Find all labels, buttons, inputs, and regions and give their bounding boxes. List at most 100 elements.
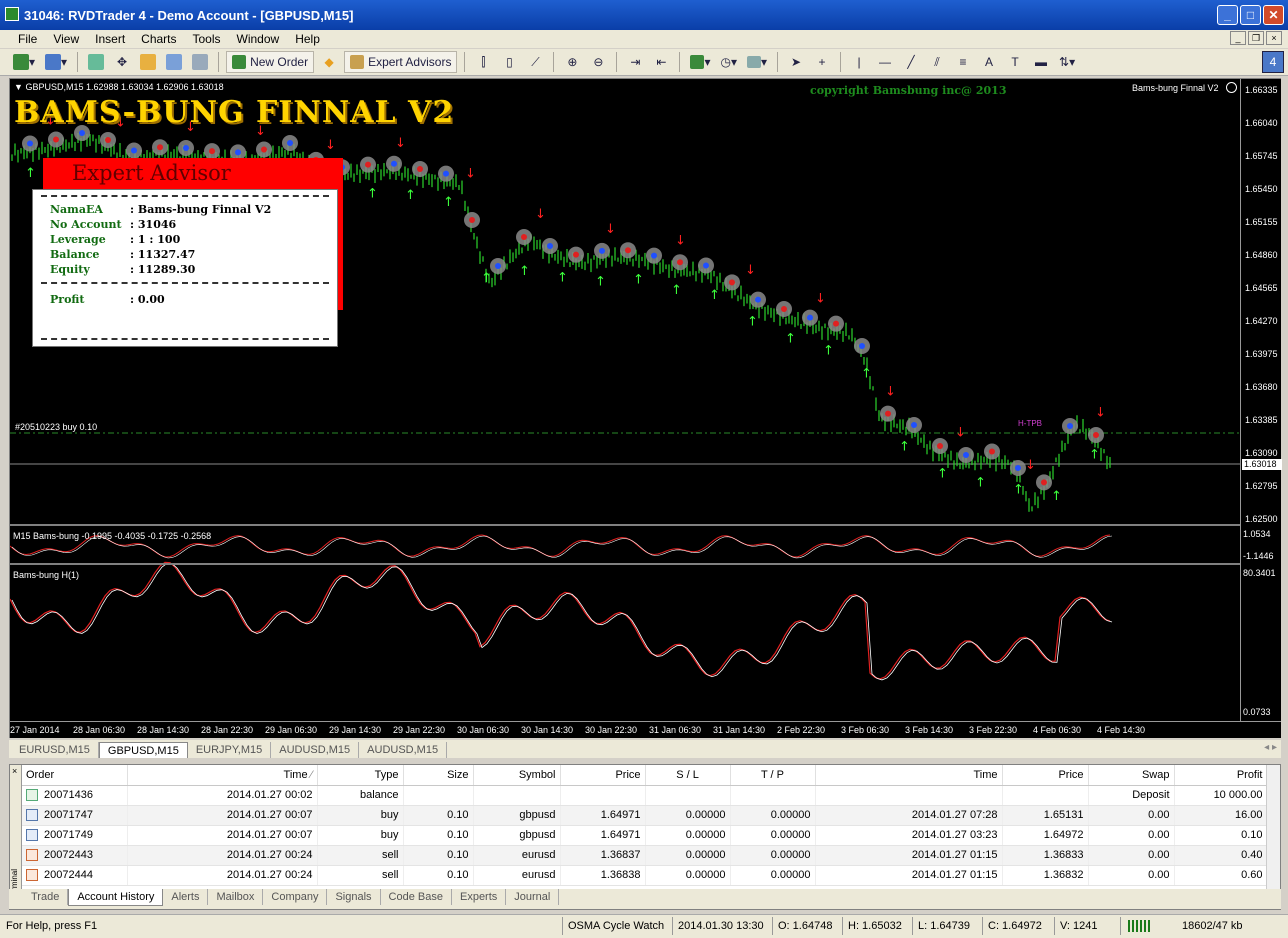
table-row[interactable]: 20072443 2014.01.27 00:24 sell 0.10 euru… [22,845,1268,866]
col-symbol[interactable]: Symbol [473,765,561,786]
arrows-button[interactable]: ⇅ ▾ [1056,51,1078,73]
col-sl[interactable]: S / L [645,765,731,786]
chart-shift-button[interactable]: ⇤ [650,51,672,73]
tab-gbpusd-m15[interactable]: GBPUSD,M15 [98,742,188,758]
metaeditor-button[interactable]: ◆ [318,51,340,73]
vertical-line-button[interactable]: | [848,51,870,73]
menu-view[interactable]: View [45,32,87,46]
tab-scroll-arrows-icon[interactable]: ◂ ▸ [1264,742,1277,753]
col-time[interactable]: Time ⁄ [127,765,318,786]
time-label: 30 Jan 14:30 [521,725,574,735]
close-button[interactable]: ✕ [1263,5,1284,25]
text-button[interactable]: A [978,51,1000,73]
fibonacci-button[interactable]: ≡ [952,51,974,73]
menu-window[interactable]: Window [229,32,288,46]
col-profit[interactable]: Profit [1174,765,1268,786]
minimize-button[interactable]: _ [1217,5,1238,25]
buy-arrow-icon: ↑ [557,270,568,285]
data-window-button[interactable]: ✥ [111,51,133,73]
col-size[interactable]: Size [403,765,474,786]
trendline-button[interactable]: ╱ [900,51,922,73]
line-chart-button[interactable]: ⟋ [524,51,546,73]
order-line-label[interactable]: #20510223 buy 0.10 [15,422,97,432]
chart-header-text: GBPUSD,M15 1.62988 1.63034 1.62906 1.630… [25,82,224,92]
cursor-button[interactable]: ➤ [785,51,807,73]
copyright-text: copyright Bamsbung inc@ 2013 [810,84,1007,97]
pane-divider[interactable] [10,563,1240,565]
tab-code-base[interactable]: Code Base [381,889,452,905]
tab-signals[interactable]: Signals [327,889,381,905]
ea-row-label: NamaEA [50,203,103,216]
templates-button[interactable]: ▾ [744,51,770,73]
terminal-app: { "window": {"title": "31046: RVDTrader … [0,0,1288,938]
menu-insert[interactable]: Insert [87,32,133,46]
buy-arrow-icon: ↑ [1089,447,1100,462]
indicators-button[interactable]: ▾ [687,51,713,73]
channel-button[interactable]: ⫽ [926,51,948,73]
tab-eurusd-m15[interactable]: EURUSD,M15 [11,742,99,758]
zoom-in-button[interactable]: ⊕ [561,51,583,73]
time-axis[interactable]: 27 Jan 2014 28 Jan 06:30 28 Jan 14:30 28… [10,721,1281,738]
zoom-out-button[interactable]: ⊖ [587,51,609,73]
rectangle-button[interactable]: ▬ [1030,51,1052,73]
table-row[interactable]: 20071747 2014.01.27 00:07 buy 0.10 gbpus… [22,805,1268,826]
bar-chart-button[interactable]: ⫿ [472,51,494,73]
terminal-scrollbar[interactable] [1266,765,1280,891]
table-row[interactable]: 20071436 2014.01.27 00:02 balance Deposi… [22,785,1268,806]
menu-tools[interactable]: Tools [185,32,229,46]
new-order-button[interactable]: New Order [226,51,315,73]
tab-account-history[interactable]: Account History [68,889,164,906]
table-row[interactable]: 20072444 2014.01.27 00:24 sell 0.10 euru… [22,865,1268,886]
mdi-close-button[interactable]: × [1266,31,1282,45]
tab-alerts[interactable]: Alerts [163,889,209,905]
notification-badge[interactable]: 4 [1262,51,1284,73]
terminal-close-icon[interactable]: × [12,766,17,776]
tab-audusd-m15[interactable]: AUDUSD,M15 [271,742,360,758]
new-chart-button[interactable]: ▾ [10,51,38,73]
chart-window[interactable]: ↑↑↑↑↑↑↑↑↑↑↑↑↑↑↑↑↑↑↑↑↑↑↑↑↑↑↑↑↑↓↓↓↓↓↓↓↓↓↓↓… [9,78,1282,738]
balance-icon [26,789,38,802]
periods-button[interactable]: ◷ ▾ [717,51,740,73]
tester-button[interactable] [189,51,211,73]
market-watch-button[interactable] [85,51,107,73]
col-type[interactable]: Type [317,765,404,786]
col-close-price[interactable]: Price [1002,765,1089,786]
sell-arrow-icon: ↓ [815,291,826,306]
text-label-button[interactable]: T [1004,51,1026,73]
tab-company[interactable]: Company [263,889,328,905]
col-close-time[interactable]: Time [815,765,1003,786]
buy-arrow-icon: ↑ [1051,489,1062,504]
col-order[interactable]: Order [22,765,128,786]
tab-mailbox[interactable]: Mailbox [208,889,264,905]
mdi-restore-button[interactable]: ❐ [1248,31,1264,45]
order-id: 20071747 [44,808,93,821]
price-scale[interactable]: 1.66335 1.66040 1.65745 1.65450 1.65155 … [1240,79,1282,721]
cell-symbol: gbpusd [473,825,561,846]
tab-audusd-m15-2[interactable]: AUDUSD,M15 [359,742,448,758]
expert-advisors-button[interactable]: Expert Advisors [344,51,458,73]
menu-help[interactable]: Help [287,32,328,46]
candle-chart-button[interactable]: ▯ [498,51,520,73]
crosshair-button[interactable]: + [811,51,833,73]
col-tp[interactable]: T / P [730,765,816,786]
col-price[interactable]: Price [560,765,646,786]
cell-order: 20072444 [22,865,128,886]
tab-eurjpy-m15[interactable]: EURJPY,M15 [188,742,272,758]
table-row[interactable]: 20071749 2014.01.27 00:07 buy 0.10 gbpus… [22,825,1268,846]
auto-scroll-button[interactable]: ⇥ [624,51,646,73]
tab-journal[interactable]: Journal [506,889,560,905]
tab-trade[interactable]: Trade [23,889,69,905]
horizontal-line-button[interactable]: — [874,51,896,73]
profiles-button[interactable]: ▾ [42,51,70,73]
trade-marker-dot [547,243,553,249]
col-swap[interactable]: Swap [1088,765,1175,786]
navigator-button[interactable] [137,51,159,73]
status-profile[interactable]: OSMA Cycle Watch [568,920,664,932]
pane-divider[interactable] [10,524,1240,526]
maximize-button[interactable]: □ [1240,5,1261,25]
mdi-minimize-button[interactable]: _ [1230,31,1246,45]
menu-charts[interactable]: Charts [133,32,184,46]
terminal-button[interactable] [163,51,185,73]
tab-experts[interactable]: Experts [452,889,507,905]
menu-file[interactable]: File [10,32,45,46]
